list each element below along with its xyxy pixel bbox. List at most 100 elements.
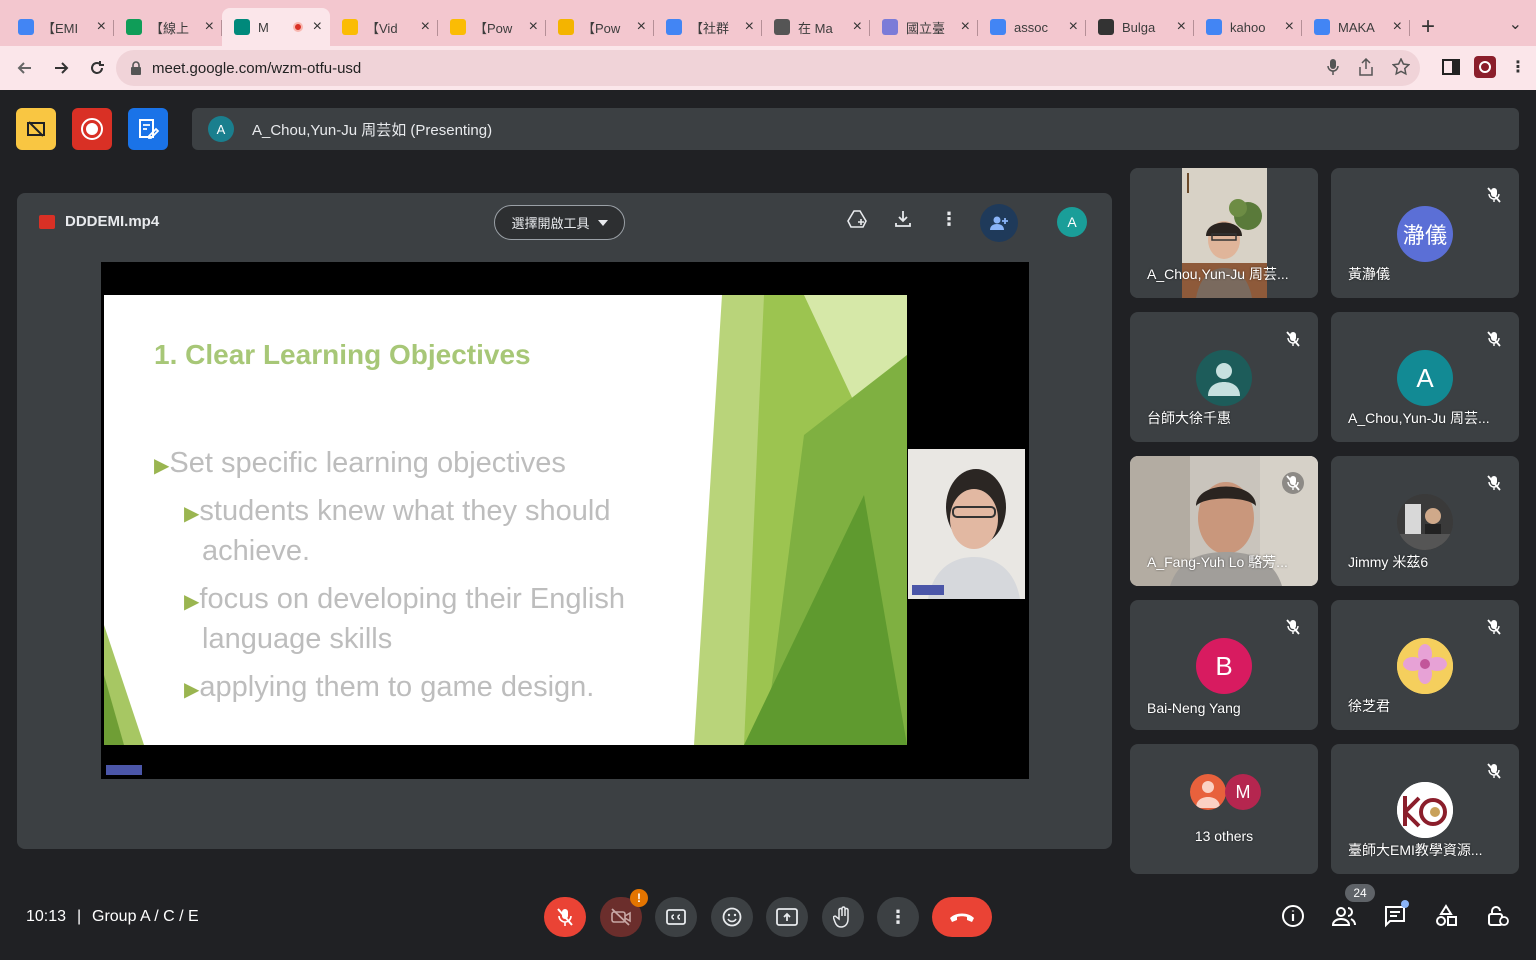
captions-button[interactable]	[655, 897, 697, 937]
browser-tab[interactable]: MAKA ×	[1302, 8, 1410, 46]
drive-icon	[450, 19, 466, 35]
participant-name: 徐芝君	[1348, 698, 1390, 714]
notes-button[interactable]	[128, 108, 168, 150]
participant-tile[interactable]: A_Fang-Yuh Lo 駱芳...	[1130, 456, 1318, 586]
participant-tile[interactable]: 台師大徐千惠	[1130, 312, 1318, 442]
add-person-icon	[990, 216, 1008, 230]
participant-tile[interactable]: 瀞儀 黃瀞儀	[1331, 168, 1519, 298]
tab-title: 【Pow	[474, 20, 513, 36]
participant-tile[interactable]: A_Chou,Yun-Ju 周芸...	[1130, 168, 1318, 298]
presentation-slide: 1. Clear Learning Objectives ▶Set specif…	[104, 295, 907, 745]
side-panel-icon[interactable]	[1442, 58, 1460, 76]
close-tab-icon[interactable]: ×	[1177, 18, 1186, 36]
name-tag	[912, 585, 944, 595]
microphone-icon[interactable]	[1326, 58, 1340, 76]
mic-off-icon	[557, 908, 573, 926]
video-player[interactable]: 1. Clear Learning Objectives ▶Set specif…	[101, 262, 1029, 779]
browser-tab[interactable]: 國立臺 ×	[870, 8, 978, 46]
new-tab-button[interactable]: +	[1410, 8, 1446, 46]
profile-avatar[interactable]	[1474, 56, 1496, 78]
close-tab-icon[interactable]: ×	[313, 18, 322, 36]
raise-hand-button[interactable]	[822, 897, 864, 937]
recording-button[interactable]	[72, 108, 112, 150]
participant-avatar-flower	[1397, 638, 1453, 694]
apple-icon	[774, 19, 790, 35]
download-icon[interactable]	[891, 207, 915, 231]
close-tab-icon[interactable]: ×	[421, 18, 430, 36]
hide-captions-button[interactable]	[16, 108, 56, 150]
meeting-controls-bar: 10:13 | Group A / C / E ! ⋮ 24	[0, 880, 1536, 960]
globe-icon	[882, 19, 898, 35]
dropdown-arrow-icon	[597, 219, 608, 226]
close-tab-icon[interactable]: ×	[205, 18, 214, 36]
address-bar[interactable]: meet.google.com/wzm-otfu-usd	[116, 50, 1420, 86]
chat-icon[interactable]	[1381, 900, 1409, 930]
leave-call-button[interactable]	[932, 897, 992, 937]
bookmark-star-icon[interactable]	[1392, 58, 1410, 76]
close-tab-icon[interactable]: ×	[97, 18, 106, 36]
tab-search-icon[interactable]: ⌄	[1509, 14, 1522, 34]
close-tab-icon[interactable]: ×	[637, 18, 646, 36]
present-now-button[interactable]	[766, 897, 808, 937]
bullet-text: focus on developing their English	[199, 583, 626, 615]
browser-tab[interactable]: 【EMI ×	[6, 8, 114, 46]
forward-icon[interactable]	[44, 51, 78, 85]
participant-tile[interactable]: B Bai-Neng Yang	[1130, 600, 1318, 730]
mic-muted-icon	[1282, 616, 1304, 638]
participant-tile[interactable]: 徐芝君	[1331, 600, 1519, 730]
browser-tab[interactable]: Bulga ×	[1086, 8, 1194, 46]
meeting-details-icon[interactable]	[1279, 902, 1307, 930]
slide-bullet: ▶Set specific learning objectives	[154, 443, 566, 486]
browser-tab[interactable]: kahoo ×	[1194, 8, 1302, 46]
tab-title: assoc	[1014, 19, 1048, 35]
browser-menu-icon[interactable]: ⋮	[1510, 57, 1526, 77]
browser-tab[interactable]: M ×	[222, 8, 330, 46]
reload-icon[interactable]	[80, 51, 114, 85]
close-tab-icon[interactable]: ×	[529, 18, 538, 36]
camera-toggle-button[interactable]: !	[600, 889, 648, 937]
share-icon[interactable]	[1358, 58, 1374, 76]
slide-bullet: achieve.	[202, 531, 310, 571]
close-tab-icon[interactable]: ×	[1069, 18, 1078, 36]
host-controls-icon[interactable]	[1484, 902, 1512, 930]
participant-tile[interactable]: 臺師大EMI教學資源...	[1331, 744, 1519, 874]
microphone-toggle-button[interactable]	[544, 897, 586, 937]
activities-icon[interactable]	[1432, 902, 1460, 930]
open-with-button[interactable]: 選擇開啟工具	[494, 205, 625, 240]
browser-tab[interactable]: assoc ×	[978, 8, 1086, 46]
participant-tile[interactable]: A A_Chou,Yun-Ju 周芸...	[1331, 312, 1519, 442]
close-tab-icon[interactable]: ×	[853, 18, 862, 36]
more-options-icon[interactable]: ⋮	[937, 207, 961, 231]
browser-tab[interactable]: 在 Ma ×	[762, 8, 870, 46]
slide-bullet: ▶students knew what they should	[184, 491, 610, 534]
people-icon[interactable]	[1330, 902, 1358, 930]
browser-tab[interactable]: 【線上 ×	[114, 8, 222, 46]
reactions-button[interactable]	[711, 897, 753, 937]
participant-tile[interactable]: M 13 others	[1130, 744, 1318, 874]
participant-tile[interactable]: Jimmy 米茲6	[1331, 456, 1519, 586]
warning-icon: !	[630, 889, 648, 907]
close-tab-icon[interactable]: ×	[1393, 18, 1402, 36]
bullet-text: students knew what they should	[199, 495, 611, 527]
participant-name: 台師大徐千惠	[1147, 410, 1231, 426]
more-options-button[interactable]: ⋮	[877, 897, 919, 937]
viewer-avatar[interactable]: A	[1057, 207, 1087, 237]
google-icon	[1206, 19, 1222, 35]
close-tab-icon[interactable]: ×	[1285, 18, 1294, 36]
add-to-drive-icon[interactable]	[845, 207, 869, 231]
presenting-banner: A A_Chou,Yun-Ju 周芸如 (Presenting)	[192, 108, 1519, 150]
browser-tab[interactable]: 【Pow ×	[438, 8, 546, 46]
back-icon[interactable]	[8, 51, 42, 85]
share-with-person-button[interactable]	[980, 204, 1018, 242]
browser-tab[interactable]: 【Pow ×	[546, 8, 654, 46]
presenting-text: A_Chou,Yun-Ju 周芸如 (Presenting)	[252, 121, 493, 139]
browser-tab[interactable]: 【Vid ×	[330, 8, 438, 46]
camera-off-icon	[611, 908, 631, 926]
close-tab-icon[interactable]: ×	[745, 18, 754, 36]
tab-title: MAKA	[1338, 19, 1375, 35]
presentation-stage: DDDEMI.mp4 選擇開啟工具 ⋮ A 1. Clear Learning …	[17, 193, 1112, 849]
browser-tab[interactable]: 【社群 ×	[654, 8, 762, 46]
tab-title: 國立臺	[906, 20, 946, 36]
close-tab-icon[interactable]: ×	[961, 18, 970, 36]
participant-avatar-logo	[1397, 782, 1453, 838]
